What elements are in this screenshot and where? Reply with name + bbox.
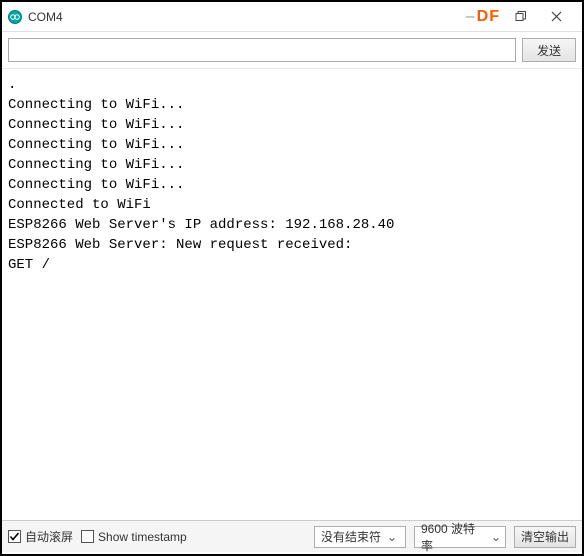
maximize-button[interactable]: [502, 3, 538, 31]
console-line: Connecting to WiFi...: [8, 95, 576, 115]
window-title: COM4: [28, 10, 63, 24]
df-logo: DF: [477, 8, 500, 26]
close-button[interactable]: [538, 3, 574, 31]
toolbar: 发送: [2, 32, 582, 68]
console-line: ESP8266 Web Server's IP address: 192.168…: [8, 215, 576, 235]
console-line: Connecting to WiFi...: [8, 135, 576, 155]
chevron-down-icon: ⌄: [491, 530, 501, 544]
chevron-down-icon: ⌄: [387, 530, 397, 544]
titlebar: COM4 – DF: [2, 2, 582, 32]
autoscroll-label: 自动滚屏: [25, 528, 73, 545]
console-line: GET /: [8, 255, 576, 275]
baud-rate-selected: 9600 波特率: [421, 520, 485, 554]
checkbox-icon: [8, 530, 21, 543]
timestamp-checkbox[interactable]: Show timestamp: [81, 530, 187, 544]
line-ending-selected: 没有结束符: [321, 528, 381, 545]
console-line: ESP8266 Web Server: New request received…: [8, 235, 576, 255]
command-input[interactable]: [8, 38, 516, 62]
timestamp-label: Show timestamp: [98, 530, 187, 544]
checkbox-icon: [81, 530, 94, 543]
console-line: Connected to WiFi: [8, 195, 576, 215]
line-ending-dropdown[interactable]: 没有结束符 ⌄: [314, 526, 406, 548]
send-button[interactable]: 发送: [522, 38, 576, 62]
console-line: .: [8, 75, 576, 95]
console-line: Connecting to WiFi...: [8, 175, 576, 195]
console-line: Connecting to WiFi...: [8, 155, 576, 175]
console-output: .Connecting to WiFi...Connecting to WiFi…: [2, 68, 582, 520]
clear-output-button[interactable]: 清空输出: [514, 526, 576, 548]
console-line: Connecting to WiFi...: [8, 115, 576, 135]
bottombar: 自动滚屏 Show timestamp 没有结束符 ⌄ 9600 波特率 ⌄ 清…: [2, 520, 582, 552]
arduino-icon: [8, 10, 22, 24]
baud-rate-dropdown[interactable]: 9600 波特率 ⌄: [414, 526, 506, 548]
autoscroll-checkbox[interactable]: 自动滚屏: [8, 528, 73, 545]
minimize-dash: –: [466, 8, 475, 26]
